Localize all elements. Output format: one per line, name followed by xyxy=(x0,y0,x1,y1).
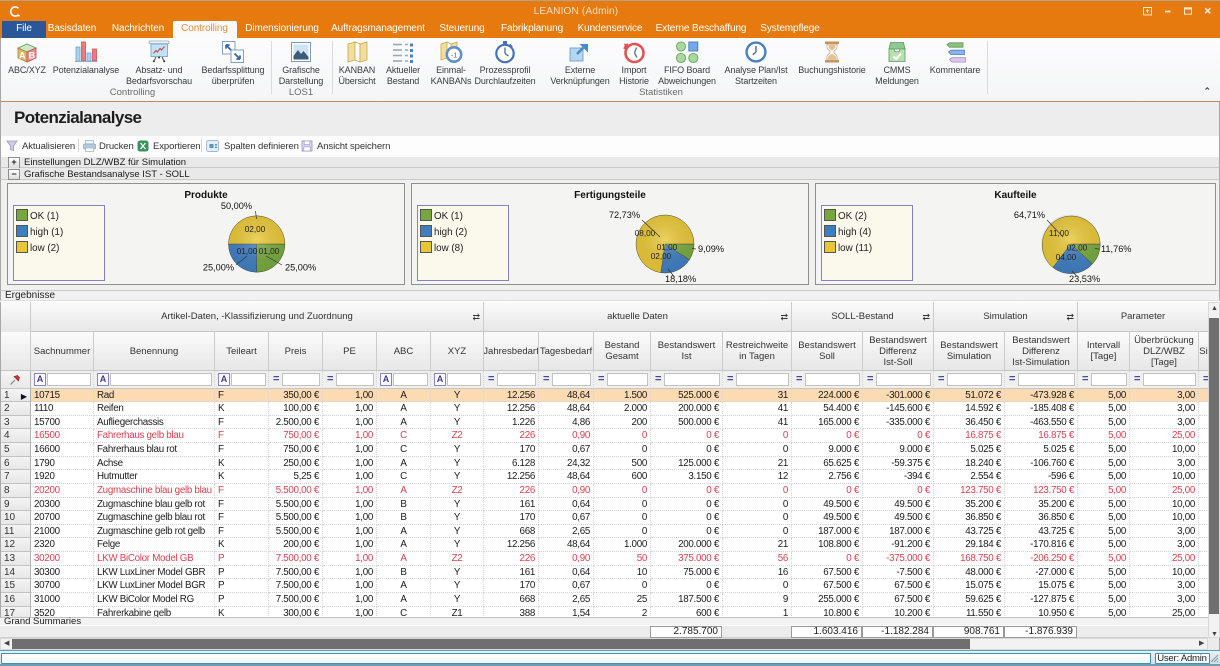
svg-text:11,76%: 11,76% xyxy=(1101,244,1131,254)
svg-text:01,00: 01,00 xyxy=(259,247,280,256)
svg-text:B: B xyxy=(29,50,36,60)
svg-text:-1: -1 xyxy=(451,50,457,59)
svg-text:11,00: 11,00 xyxy=(1049,229,1069,238)
svg-text:02,00: 02,00 xyxy=(651,252,672,261)
svg-text:72,73%: 72,73% xyxy=(609,210,640,220)
svg-text:64,71%: 64,71% xyxy=(1014,210,1045,220)
svg-text:25,00%: 25,00% xyxy=(285,263,316,273)
svg-text:18,18%: 18,18% xyxy=(665,274,696,284)
svg-text:01,00: 01,00 xyxy=(237,247,258,256)
svg-text:23,53%: 23,53% xyxy=(1069,274,1100,284)
svg-text:01,00: 01,00 xyxy=(657,243,678,252)
svg-text:02,00: 02,00 xyxy=(1067,244,1088,253)
svg-text:04,00: 04,00 xyxy=(1056,253,1077,262)
svg-text:25,00%: 25,00% xyxy=(203,263,234,273)
svg-text:50,00%: 50,00% xyxy=(221,201,252,211)
svg-text:A: A xyxy=(19,50,26,60)
svg-text:9,09%: 9,09% xyxy=(698,244,724,254)
svg-text:02,00: 02,00 xyxy=(245,225,266,234)
